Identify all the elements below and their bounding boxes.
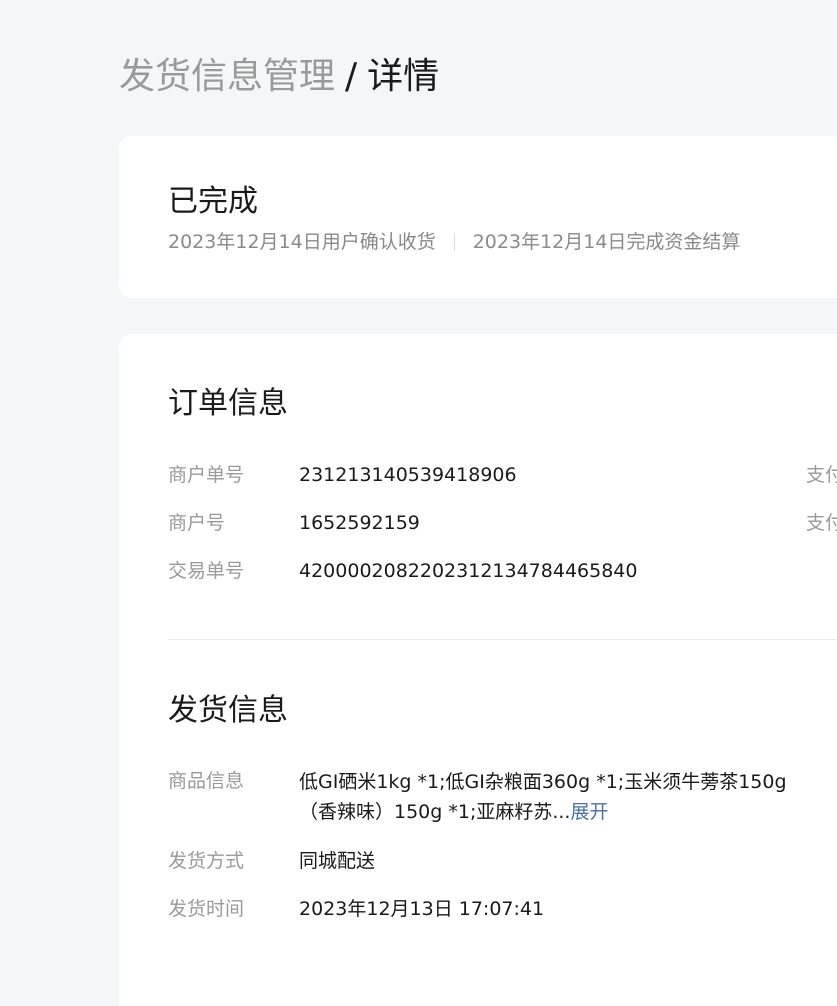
breadcrumb-current: 详情: [367, 56, 440, 97]
merchant-id-label: 商户号: [168, 512, 226, 534]
confirm-receipt-text: 2023年12月14日用户确认收货: [168, 231, 436, 253]
shipping-method-label: 发货方式: [168, 850, 245, 872]
payment-label-2: 支付: [806, 512, 837, 534]
goods-info-value: 低GI硒米1kg *1;低GI杂粮面360g *1;玉米须牛蒡茶150g （香辣…: [299, 767, 787, 827]
status-title: 已完成: [168, 184, 258, 219]
order-info-title: 订单信息: [168, 386, 288, 421]
detail-card: 订单信息 商户单号 231213140539418906 商户号 1652592…: [119, 334, 837, 1006]
goods-line-1: 低GI硒米1kg *1;低GI杂粮面360g *1;玉米须牛蒡茶150g: [299, 771, 787, 793]
merchant-order-no-label: 商户单号: [168, 464, 245, 486]
breadcrumb-separator: /: [345, 56, 358, 97]
fund-settlement-text: 2023年12月14日完成资金结算: [472, 231, 741, 253]
goods-line-2-text: （香辣味）150g *1;亚麻籽苏...: [299, 801, 571, 823]
merchant-id-value: 1652592159: [299, 512, 420, 534]
shipping-method-value: 同城配送: [299, 850, 376, 872]
goods-line-2: （香辣味）150g *1;亚麻籽苏...展开: [299, 797, 787, 827]
merchant-order-no-value: 231213140539418906: [299, 464, 517, 486]
transaction-no-label: 交易单号: [168, 560, 245, 582]
transaction-no-value: 4200002082202312134784465840: [299, 560, 638, 582]
goods-info-label: 商品信息: [168, 770, 245, 792]
page: 发货信息管理 / 详情 已完成 2023年12月14日用户确认收货 2023年12月…: [0, 0, 837, 1006]
breadcrumb-parent-link[interactable]: 发货信息管理: [119, 56, 335, 97]
status-card: 已完成 2023年12月14日用户确认收货 2023年12月14日完成资金结算: [119, 136, 837, 298]
meta-divider: [453, 233, 455, 251]
payment-label-1: 支付: [806, 464, 837, 486]
breadcrumb: 发货信息管理 / 详情: [119, 52, 439, 102]
shipping-time-label: 发货时间: [168, 898, 245, 920]
status-meta: 2023年12月14日用户确认收货 2023年12月14日完成资金结算: [168, 229, 740, 255]
shipping-info-title: 发货信息: [168, 693, 288, 728]
shipping-time-value: 2023年12月13日 17:07:41: [299, 898, 545, 920]
section-divider: [168, 639, 837, 640]
expand-link[interactable]: 展开: [570, 801, 608, 823]
